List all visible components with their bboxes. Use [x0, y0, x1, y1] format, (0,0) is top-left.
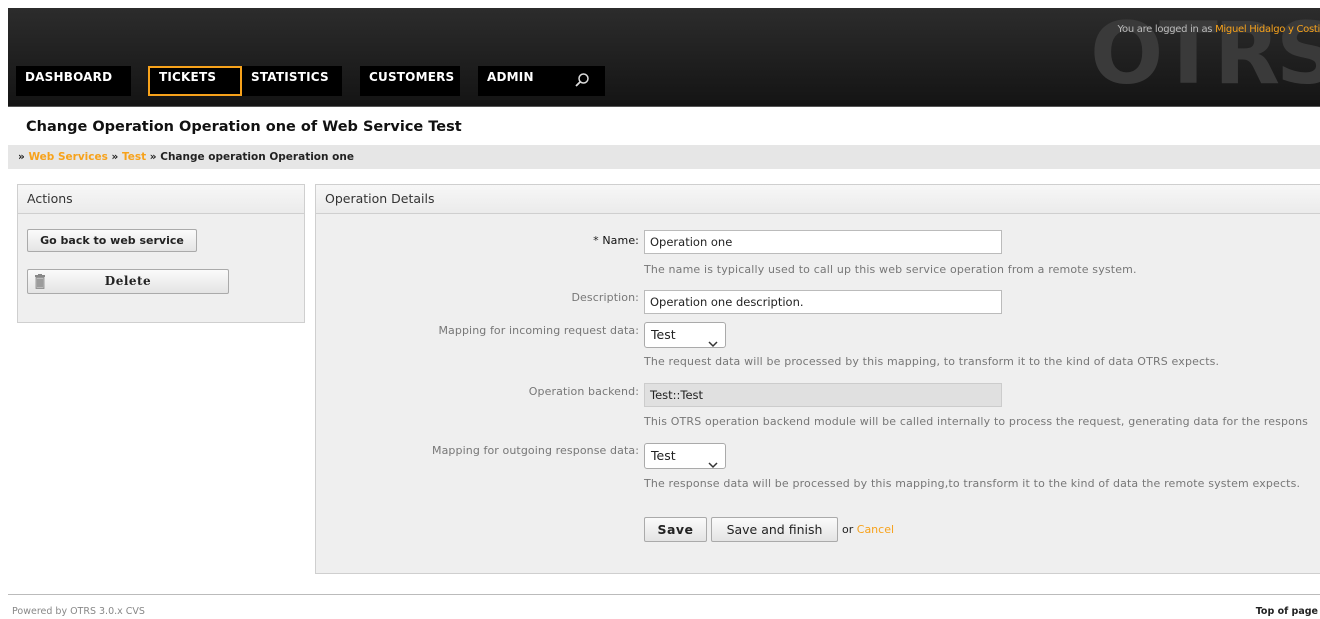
outgoing-mapping-select[interactable]: Test — [644, 443, 726, 469]
nav-dashboard[interactable]: DASHBOARD — [16, 66, 131, 96]
breadcrumb-current: Change operation Operation one — [160, 151, 354, 163]
nav-admin[interactable]: ADMIN — [478, 66, 560, 96]
breadcrumb-web-services[interactable]: Web Services — [28, 151, 107, 163]
breadcrumb-sep: » — [18, 151, 25, 163]
header-bar: OTRS You are logged in as Miguel Hidalgo… — [8, 8, 1320, 107]
nav-search[interactable] — [560, 66, 605, 96]
incoming-mapping-label: Mapping for incoming request data: — [438, 324, 639, 337]
save-and-finish-button[interactable]: Save and finish — [711, 517, 838, 542]
nav-tickets[interactable]: TICKETS — [148, 66, 242, 96]
or-cancel: or Cancel — [842, 523, 894, 536]
breadcrumb-sep: » — [111, 151, 119, 163]
footer-divider — [8, 594, 1320, 595]
operation-backend-hint: This OTRS operation backend module will … — [644, 415, 1309, 428]
operation-details-box: Operation Details * Name: Operation one … — [315, 184, 1320, 574]
breadcrumb-sep: » — [149, 151, 157, 163]
cancel-link[interactable]: Cancel — [857, 523, 894, 536]
outgoing-mapping-label: Mapping for outgoing response data: — [432, 444, 639, 457]
actions-box-title: Actions — [18, 185, 304, 214]
chevron-down-icon — [708, 453, 718, 477]
page-title: Change Operation Operation one of Web Se… — [26, 119, 462, 135]
operation-backend-field: Test::Test — [644, 383, 1002, 407]
trash-icon — [34, 274, 46, 297]
save-button[interactable]: Save — [644, 517, 707, 542]
description-label: Description: — [571, 291, 639, 304]
otrs-logo: OTRS — [1090, 8, 1320, 104]
login-prefix: You are logged in as — [1117, 24, 1213, 35]
go-back-button[interactable]: Go back to web service — [27, 229, 197, 252]
nav-statistics[interactable]: STATISTICS — [242, 66, 342, 96]
powered-by: Powered by OTRS 3.0.x CVS — [12, 606, 145, 617]
chevron-down-icon — [708, 332, 718, 356]
outgoing-mapping-hint: The response data will be processed by t… — [644, 477, 1301, 490]
or-text: or — [842, 523, 854, 536]
delete-button[interactable]: Delete — [27, 269, 229, 294]
delete-button-label: Delete — [104, 274, 152, 288]
incoming-mapping-select[interactable]: Test — [644, 322, 726, 348]
incoming-mapping-value: Test — [651, 327, 676, 342]
user-name-link[interactable]: Miguel Hidalgo y Costi — [1215, 24, 1320, 35]
search-icon — [575, 73, 589, 87]
operation-details-title: Operation Details — [316, 185, 1320, 214]
name-label-text: Name: — [602, 234, 639, 247]
actions-box: Actions Go back to web service Delete — [17, 184, 305, 323]
name-hint: The name is typically used to call up th… — [644, 263, 1137, 276]
login-info: You are logged in as Miguel Hidalgo y Co… — [1118, 24, 1320, 35]
top-of-page-link[interactable]: Top of page — [1256, 606, 1318, 617]
breadcrumb-test[interactable]: Test — [122, 151, 146, 163]
breadcrumb: » Web Services » Test » Change operation… — [8, 145, 1320, 169]
description-input[interactable]: Operation one description. — [644, 290, 1002, 314]
incoming-mapping-hint: The request data will be processed by th… — [644, 355, 1220, 368]
nav-customers[interactable]: CUSTOMERS — [360, 66, 460, 96]
required-star: * — [593, 234, 599, 247]
outgoing-mapping-value: Test — [651, 448, 676, 463]
name-label: * Name: — [593, 234, 639, 247]
operation-backend-label: Operation backend: — [528, 385, 639, 398]
name-input[interactable]: Operation one — [644, 230, 1002, 254]
